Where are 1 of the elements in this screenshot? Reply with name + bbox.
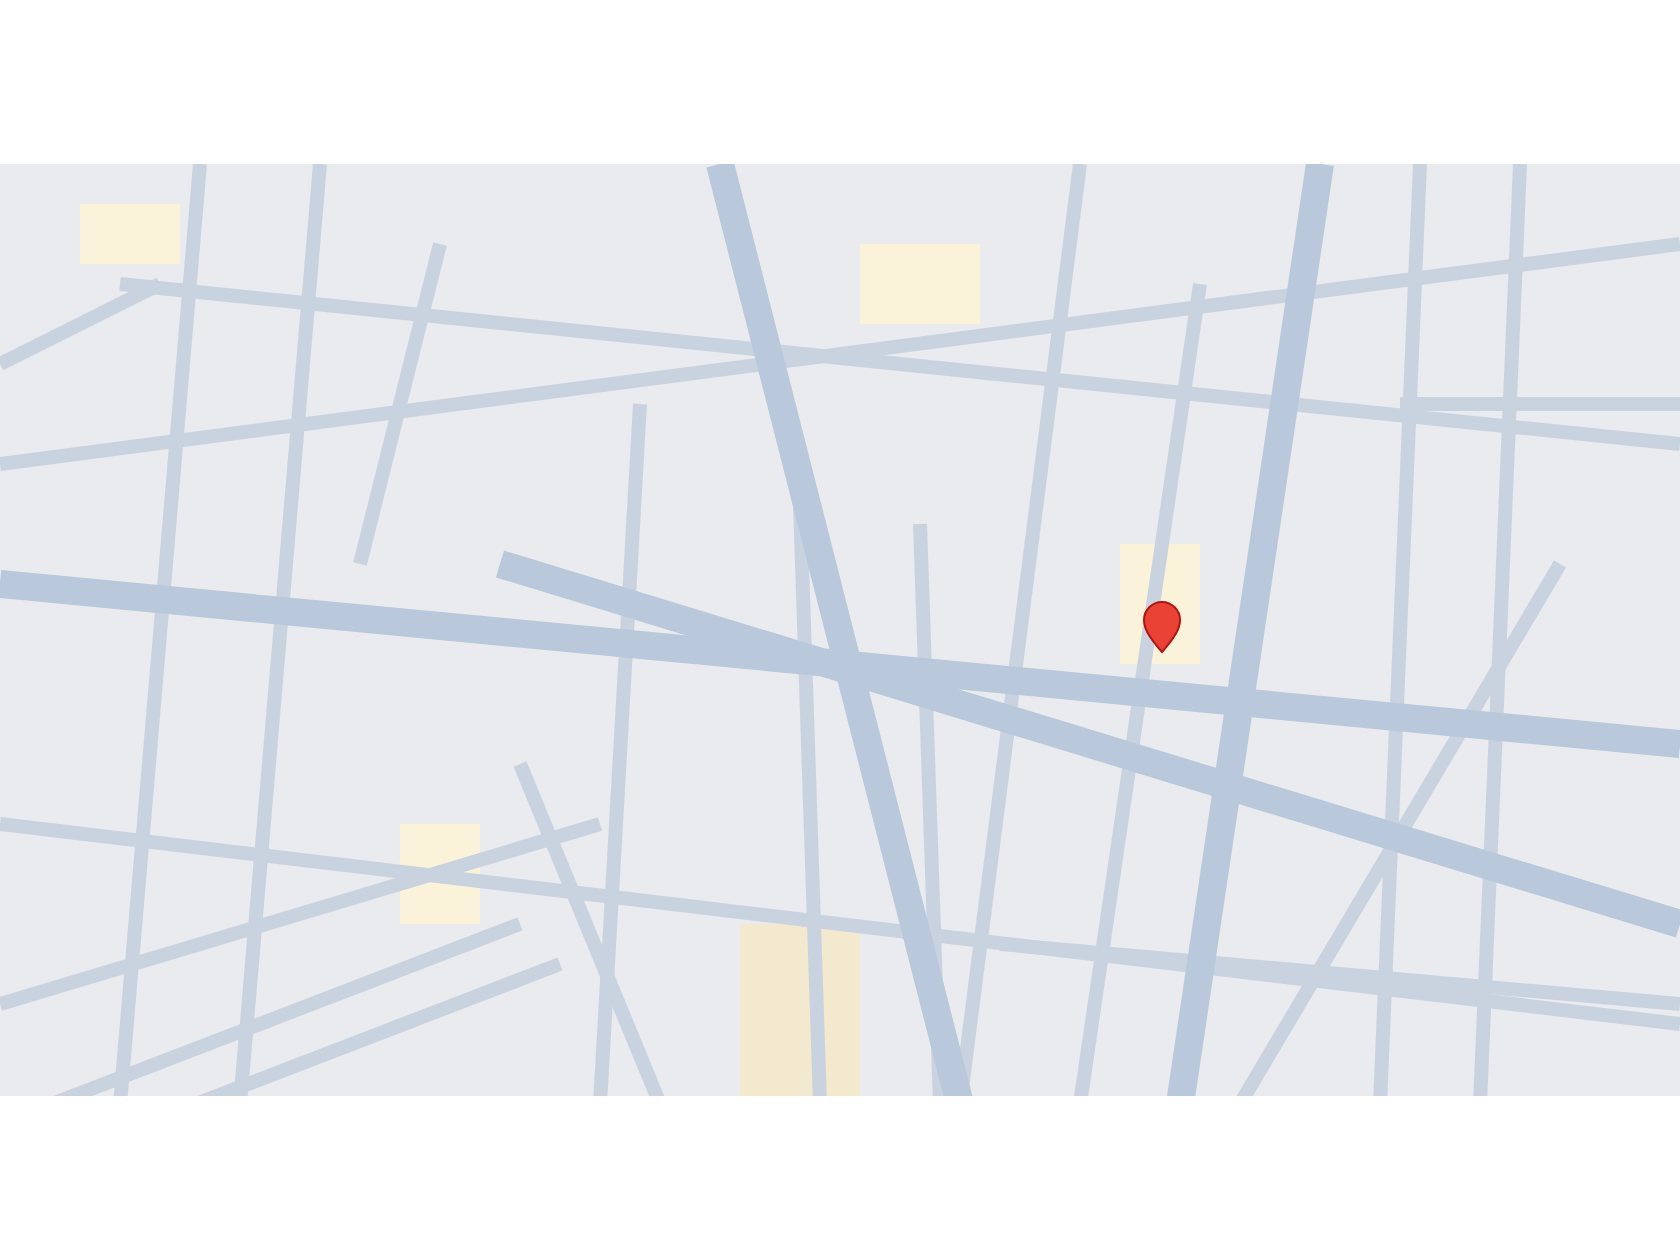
location-pin-icon[interactable] bbox=[1143, 601, 1181, 653]
